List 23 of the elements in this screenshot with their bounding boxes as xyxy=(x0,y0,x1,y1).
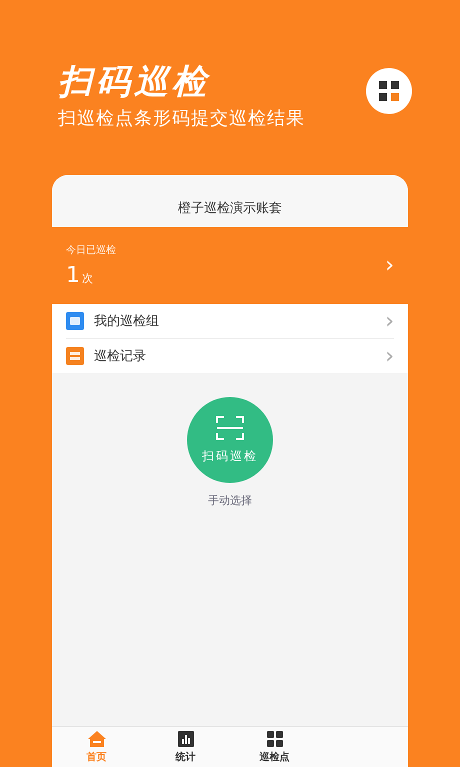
today-label: 今日已巡检 xyxy=(66,244,116,257)
logo-icon xyxy=(366,68,412,114)
tab[interactable]: 巡检点 xyxy=(230,727,319,767)
menu-item[interactable]: 我的巡检组 › xyxy=(66,304,394,339)
menu-label: 我的巡检组 xyxy=(94,313,160,330)
manual-select-link[interactable]: 手动选择 xyxy=(208,493,252,508)
chevron-icon: › xyxy=(385,253,394,278)
bar-chart-icon xyxy=(178,730,194,746)
today-count: 1 xyxy=(66,263,80,288)
chevron-icon: › xyxy=(385,308,394,334)
page-subtitle: 扫巡检点条形码提交巡检结果 xyxy=(58,107,305,130)
menu-label: 巡检记录 xyxy=(94,348,147,365)
grid-icon xyxy=(266,730,282,746)
page-title: 扫码巡检 xyxy=(58,61,212,104)
chevron-icon: › xyxy=(385,344,394,368)
list-icon xyxy=(66,347,84,365)
menu-item[interactable]: 巡检记录 › xyxy=(66,339,394,373)
tab[interactable]: 统计 xyxy=(141,727,230,767)
home-icon xyxy=(88,730,106,746)
folder-icon xyxy=(66,312,84,330)
scan-icon xyxy=(216,416,244,440)
count-unit: 次 xyxy=(82,272,93,285)
account-name: 橙子巡检演示账套 xyxy=(178,200,282,217)
